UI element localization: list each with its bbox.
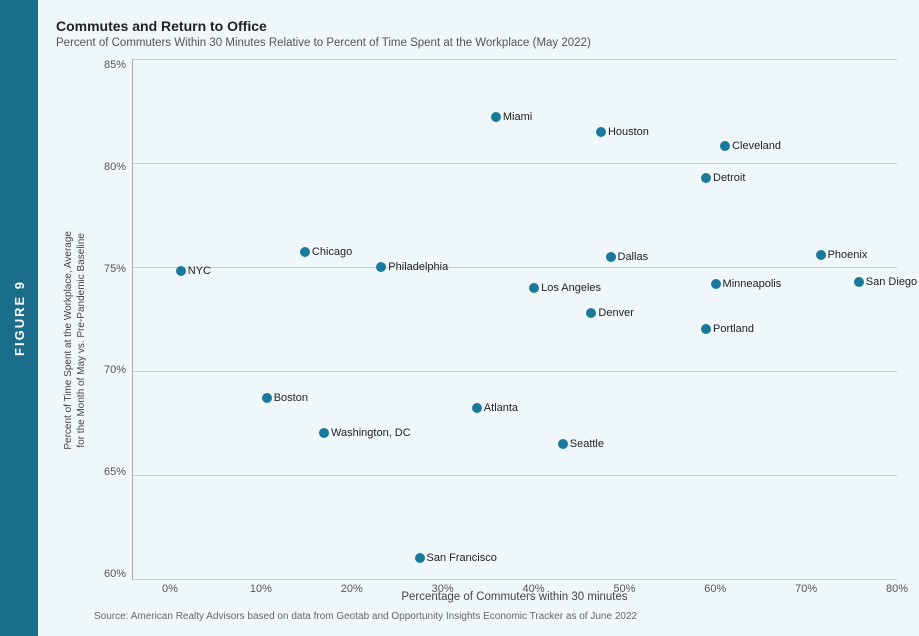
city-label-philadelphia: Philadelphia: [388, 261, 448, 273]
data-point-phoenix: [816, 250, 826, 260]
figure-container: FIGURE 9 Commutes and Return to Office P…: [0, 0, 919, 636]
y-tick: 60%: [104, 568, 126, 580]
data-point-atlanta: [472, 403, 482, 413]
city-label-dallas: Dallas: [618, 251, 649, 263]
y-tick: 70%: [104, 364, 126, 376]
y-ticks: 85% 80% 75% 70% 65% 60%: [94, 59, 132, 580]
data-point-san-francisco: [415, 553, 425, 563]
data-point-nyc: [176, 266, 186, 276]
y-axis-label: Percent of Time Spent at the Workplace, …: [62, 231, 88, 450]
figure-label-bar: FIGURE 9: [0, 0, 38, 636]
grid-line: [133, 579, 897, 580]
y-axis-label-wrap: Percent of Time Spent at the Workplace, …: [56, 59, 94, 622]
city-label-seattle: Seattle: [570, 438, 604, 450]
figure-label-text: FIGURE 9: [12, 280, 27, 356]
data-point-denver: [586, 308, 596, 318]
data-point-cleveland: [720, 141, 730, 151]
y-tick: 65%: [104, 466, 126, 478]
city-label-chicago: Chicago: [312, 246, 352, 258]
city-label-cleveland: Cleveland: [732, 140, 781, 152]
chart-area: Percent of Time Spent at the Workplace, …: [56, 59, 897, 622]
city-label-nyc: NYC: [188, 265, 211, 277]
city-label-denver: Denver: [598, 307, 633, 319]
data-point-boston: [262, 393, 272, 403]
x-ticks-row: 0%10%20%30%40%50%60%70%80%: [170, 580, 897, 583]
grid-line: [133, 267, 897, 268]
city-label-atlanta: Atlanta: [484, 402, 518, 414]
source-text: Source: American Realty Advisors based o…: [94, 611, 897, 622]
data-point-san-diego: [854, 277, 864, 287]
data-point-miami: [491, 112, 501, 122]
y-tick: 85%: [104, 59, 126, 71]
chart-subtitle: Percent of Commuters Within 30 Minutes R…: [56, 37, 897, 49]
x-axis-label: Percentage of Commuters within 30 minute…: [132, 591, 897, 603]
city-label-houston: Houston: [608, 126, 649, 138]
city-label-miami: Miami: [503, 111, 532, 123]
data-point-seattle: [558, 439, 568, 449]
y-tick: 75%: [104, 263, 126, 275]
data-point-dallas: [606, 252, 616, 262]
data-point-houston: [596, 127, 606, 137]
grid-line: [133, 163, 897, 164]
data-point-washington,-dc: [319, 428, 329, 438]
data-point-portland: [701, 324, 711, 334]
city-label-los-angeles: Los Angeles: [541, 282, 601, 294]
y-tick: 80%: [104, 161, 126, 173]
city-label-washington,-dc: Washington, DC: [331, 427, 411, 439]
city-label-minneapolis: Minneapolis: [723, 278, 782, 290]
data-point-los-angeles: [529, 283, 539, 293]
data-point-detroit: [701, 173, 711, 183]
plot-and-yaxis: 85% 80% 75% 70% 65% 60% NYC Boston Washington, …: [94, 59, 897, 580]
grid-line: [133, 371, 897, 372]
data-point-chicago: [300, 247, 310, 257]
city-label-san-diego: San Diego: [866, 276, 917, 288]
data-point-minneapolis: [711, 279, 721, 289]
city-label-phoenix: Phoenix: [828, 249, 868, 261]
grid-line: [133, 475, 897, 476]
chart-inner: 85% 80% 75% 70% 65% 60% NYC Boston Washington, …: [94, 59, 897, 622]
main-content: Commutes and Return to Office Percent of…: [38, 0, 919, 636]
city-label-portland: Portland: [713, 323, 754, 335]
city-label-detroit: Detroit: [713, 172, 745, 184]
chart-title: Commutes and Return to Office: [56, 18, 897, 34]
data-point-philadelphia: [376, 262, 386, 272]
plot-box: NYC Boston Washington, DC Chicago Philadelph…: [132, 59, 897, 580]
city-label-boston: Boston: [274, 392, 308, 404]
city-label-san-francisco: San Francisco: [427, 552, 497, 564]
grid-line: [133, 59, 897, 60]
